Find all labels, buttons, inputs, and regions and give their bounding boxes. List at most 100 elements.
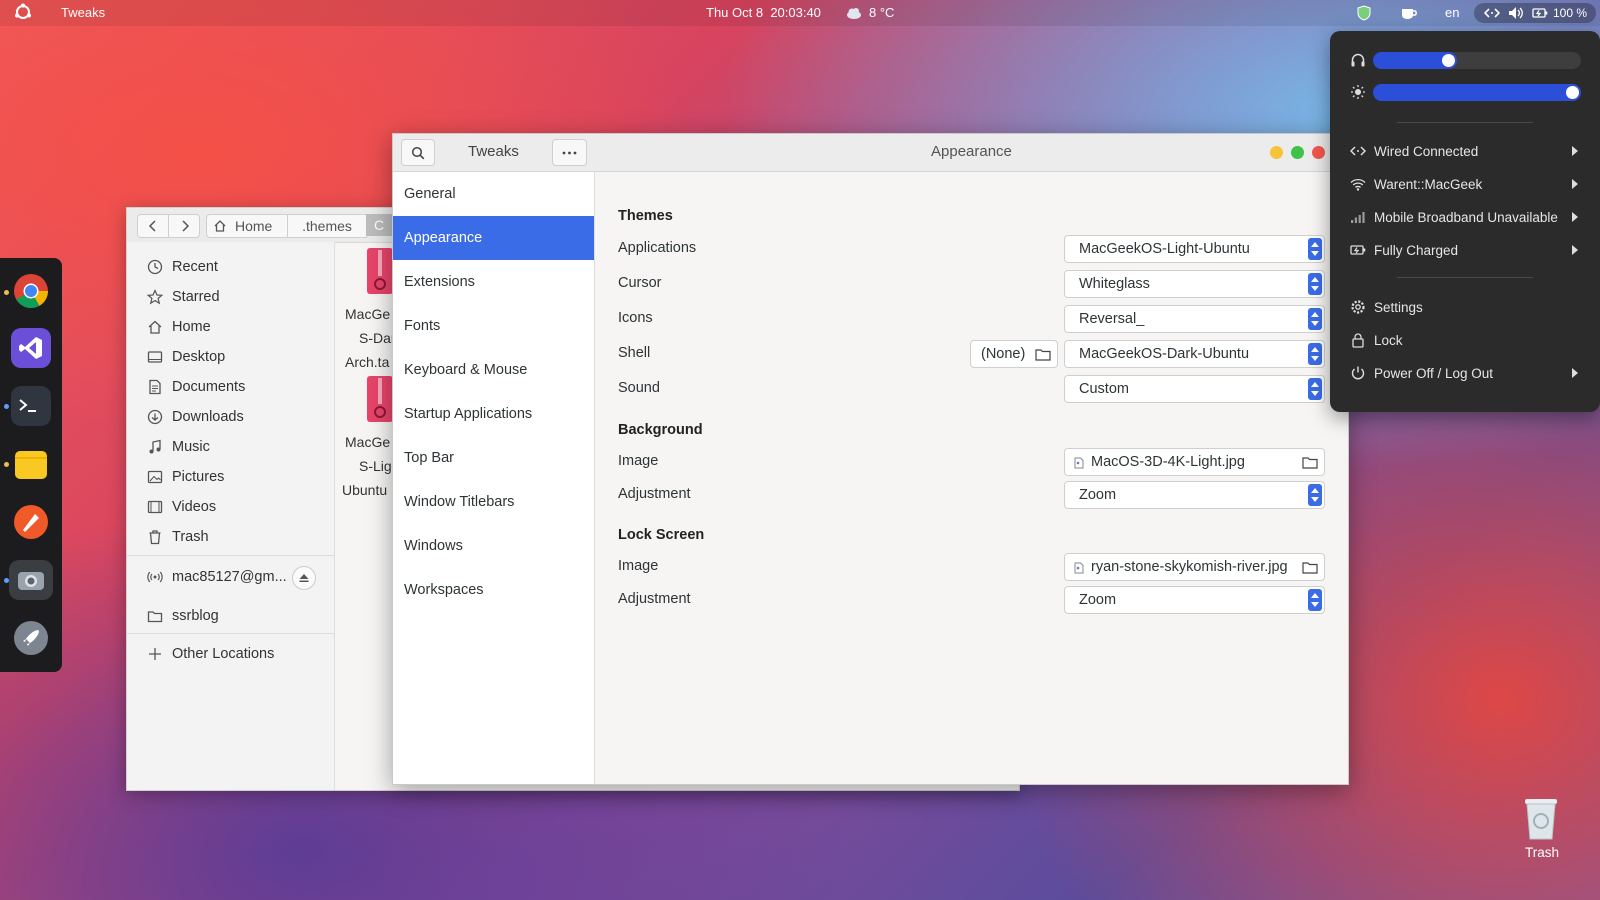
gear-icon: [1351, 300, 1365, 314]
app-title: Tweaks: [468, 143, 519, 160]
menu-item-power[interactable]: Power Off / Log Out: [1350, 361, 1580, 385]
menu-button[interactable]: [552, 139, 587, 166]
activities-icon[interactable]: [14, 3, 32, 24]
brightness-slider-handle[interactable]: [1566, 86, 1579, 99]
system-menu: Wired Connected Warent::MacGeek Mobile B…: [1330, 31, 1600, 412]
background-adjustment-combo[interactable]: Zoom: [1064, 481, 1325, 509]
desktop-trash[interactable]: Trash: [1515, 795, 1569, 865]
menu-item-battery[interactable]: Fully Charged: [1350, 238, 1580, 262]
file-item[interactable]: MacGe S-Lig Ubuntu: [337, 376, 397, 506]
sound-combo[interactable]: Custom: [1064, 375, 1325, 403]
category-window-titlebars[interactable]: Window Titlebars: [393, 480, 594, 524]
wired-icon: [1350, 146, 1366, 156]
category-workspaces[interactable]: Workspaces: [393, 568, 594, 612]
status-area[interactable]: 100 %: [1474, 3, 1596, 23]
applications-combo[interactable]: MacGeekOS-Light-Ubuntu: [1064, 235, 1325, 263]
shell-combo[interactable]: MacGeekOS-Dark-Ubuntu: [1064, 340, 1325, 368]
sidebar-item-documents[interactable]: Documents: [147, 375, 245, 399]
sidebar-item-ssrblog[interactable]: ssrblog: [147, 604, 219, 628]
background-image-chooser[interactable]: MacOS-3D-4K-Light.jpg: [1064, 448, 1325, 476]
archive-icon: [367, 248, 393, 294]
weather-icon[interactable]: [846, 6, 862, 23]
category-appearance[interactable]: Appearance: [393, 216, 594, 260]
dock-app-files[interactable]: [11, 444, 51, 484]
path-themes-button[interactable]: .themes: [287, 214, 367, 238]
cursor-combo[interactable]: Whiteglass: [1064, 270, 1325, 298]
time: 20:03:40: [770, 5, 821, 20]
chevron-left-icon: [148, 220, 156, 232]
active-app-name[interactable]: Tweaks: [61, 5, 105, 20]
chevron-right-icon: [182, 220, 190, 232]
category-windows[interactable]: Windows: [393, 524, 594, 568]
brightness-slider[interactable]: [1373, 84, 1581, 101]
background-adjustment-value: Zoom: [1079, 487, 1117, 503]
dock-app-screenshot[interactable]: [9, 560, 53, 600]
lock-image-value: ryan-stone-skykomish-river.jpg: [1091, 559, 1288, 575]
sidebar-item-starred[interactable]: Starred: [147, 285, 220, 309]
sidebar-item-home[interactable]: Home: [147, 315, 211, 339]
home-icon: [214, 220, 226, 232]
sidebar-item-label: Pictures: [172, 469, 225, 485]
sidebar-item-label: Starred: [172, 289, 220, 305]
sidebar-item-recent[interactable]: Recent: [147, 255, 218, 279]
file-item[interactable]: MacGe S-Dar Arch.ta: [337, 248, 397, 378]
minimize-button[interactable]: [1270, 146, 1283, 159]
dock-app-inkscape[interactable]: [11, 502, 51, 542]
sidebar-item-trash[interactable]: Trash: [147, 525, 209, 549]
back-button[interactable]: [137, 214, 169, 238]
dock-app-launchpad[interactable]: [11, 618, 51, 658]
dock-app-terminal[interactable]: [11, 386, 51, 426]
background-adjustment-label: Adjustment: [618, 486, 691, 502]
volume-slider-handle[interactable]: [1442, 54, 1455, 67]
lock-image-chooser[interactable]: ryan-stone-skykomish-river.jpg: [1064, 553, 1325, 581]
vscode-icon: [19, 337, 42, 359]
brightness-fill: [1373, 84, 1581, 101]
shield-icon[interactable]: [1357, 5, 1371, 24]
category-startup-applications[interactable]: Startup Applications: [393, 392, 594, 436]
menu-item-wired[interactable]: Wired Connected: [1350, 139, 1580, 163]
sidebar-item-desktop[interactable]: Desktop: [147, 345, 225, 369]
sidebar-item-music[interactable]: Music: [147, 435, 210, 459]
sidebar-item-downloads[interactable]: Downloads: [147, 405, 244, 429]
close-button[interactable]: [1312, 146, 1325, 159]
clock[interactable]: Thu Oct 8 20:03:40: [706, 5, 821, 20]
maximize-button[interactable]: [1291, 146, 1304, 159]
lock-adjustment-combo[interactable]: Zoom: [1064, 586, 1325, 614]
sidebar-item-pictures[interactable]: Pictures: [147, 465, 224, 489]
path-home-button[interactable]: Home: [206, 214, 288, 238]
shell-file-chooser[interactable]: (None): [970, 340, 1058, 368]
cup-icon[interactable]: [1400, 5, 1418, 24]
sidebar-item-label: Other Locations: [172, 646, 275, 662]
category-extensions[interactable]: Extensions: [393, 260, 594, 304]
dock-app-vscode[interactable]: [11, 328, 51, 368]
search-button[interactable]: [401, 139, 435, 166]
sound-label: Sound: [618, 380, 660, 396]
lock-icon: [1352, 333, 1364, 348]
menu-item-mobile-broadband[interactable]: Mobile Broadband Unavailable: [1350, 205, 1580, 229]
menu-item-label: Wired Connected: [1374, 143, 1479, 159]
shell-value: MacGeekOS-Dark-Ubuntu: [1079, 346, 1250, 362]
menu-item-settings[interactable]: Settings: [1350, 295, 1423, 319]
icons-combo[interactable]: Reversal_: [1064, 305, 1325, 333]
menu-item-wifi[interactable]: Warent::MacGeek: [1350, 172, 1580, 196]
applications-label: Applications: [618, 240, 697, 256]
dock-app-chrome[interactable]: [11, 271, 51, 311]
shell-file-value: (None): [981, 346, 1026, 362]
volume-slider[interactable]: [1373, 52, 1581, 69]
category-top-bar[interactable]: Top Bar: [393, 436, 594, 480]
tweaks-headerbar: Tweaks Appearance: [393, 134, 1348, 172]
sidebar-item-network-drive[interactable]: mac85127@gm...: [147, 565, 287, 589]
category-keyboard-mouse[interactable]: Keyboard & Mouse: [393, 348, 594, 392]
terminal-icon: [19, 399, 36, 412]
weather-temp[interactable]: 8 °C: [869, 5, 894, 20]
forward-button[interactable]: [168, 214, 200, 238]
sidebar-item-other-locations[interactable]: Other Locations: [147, 642, 274, 666]
eject-button[interactable]: [292, 566, 316, 590]
tweaks-sidebar: General Appearance Extensions Fonts Keyb…: [393, 172, 595, 784]
language-indicator[interactable]: en: [1445, 5, 1459, 20]
category-fonts[interactable]: Fonts: [393, 304, 594, 348]
path-current-button[interactable]: C: [366, 214, 392, 236]
category-general[interactable]: General: [393, 172, 594, 216]
menu-item-lock[interactable]: Lock: [1350, 328, 1403, 352]
sidebar-item-videos[interactable]: Videos: [147, 495, 216, 519]
